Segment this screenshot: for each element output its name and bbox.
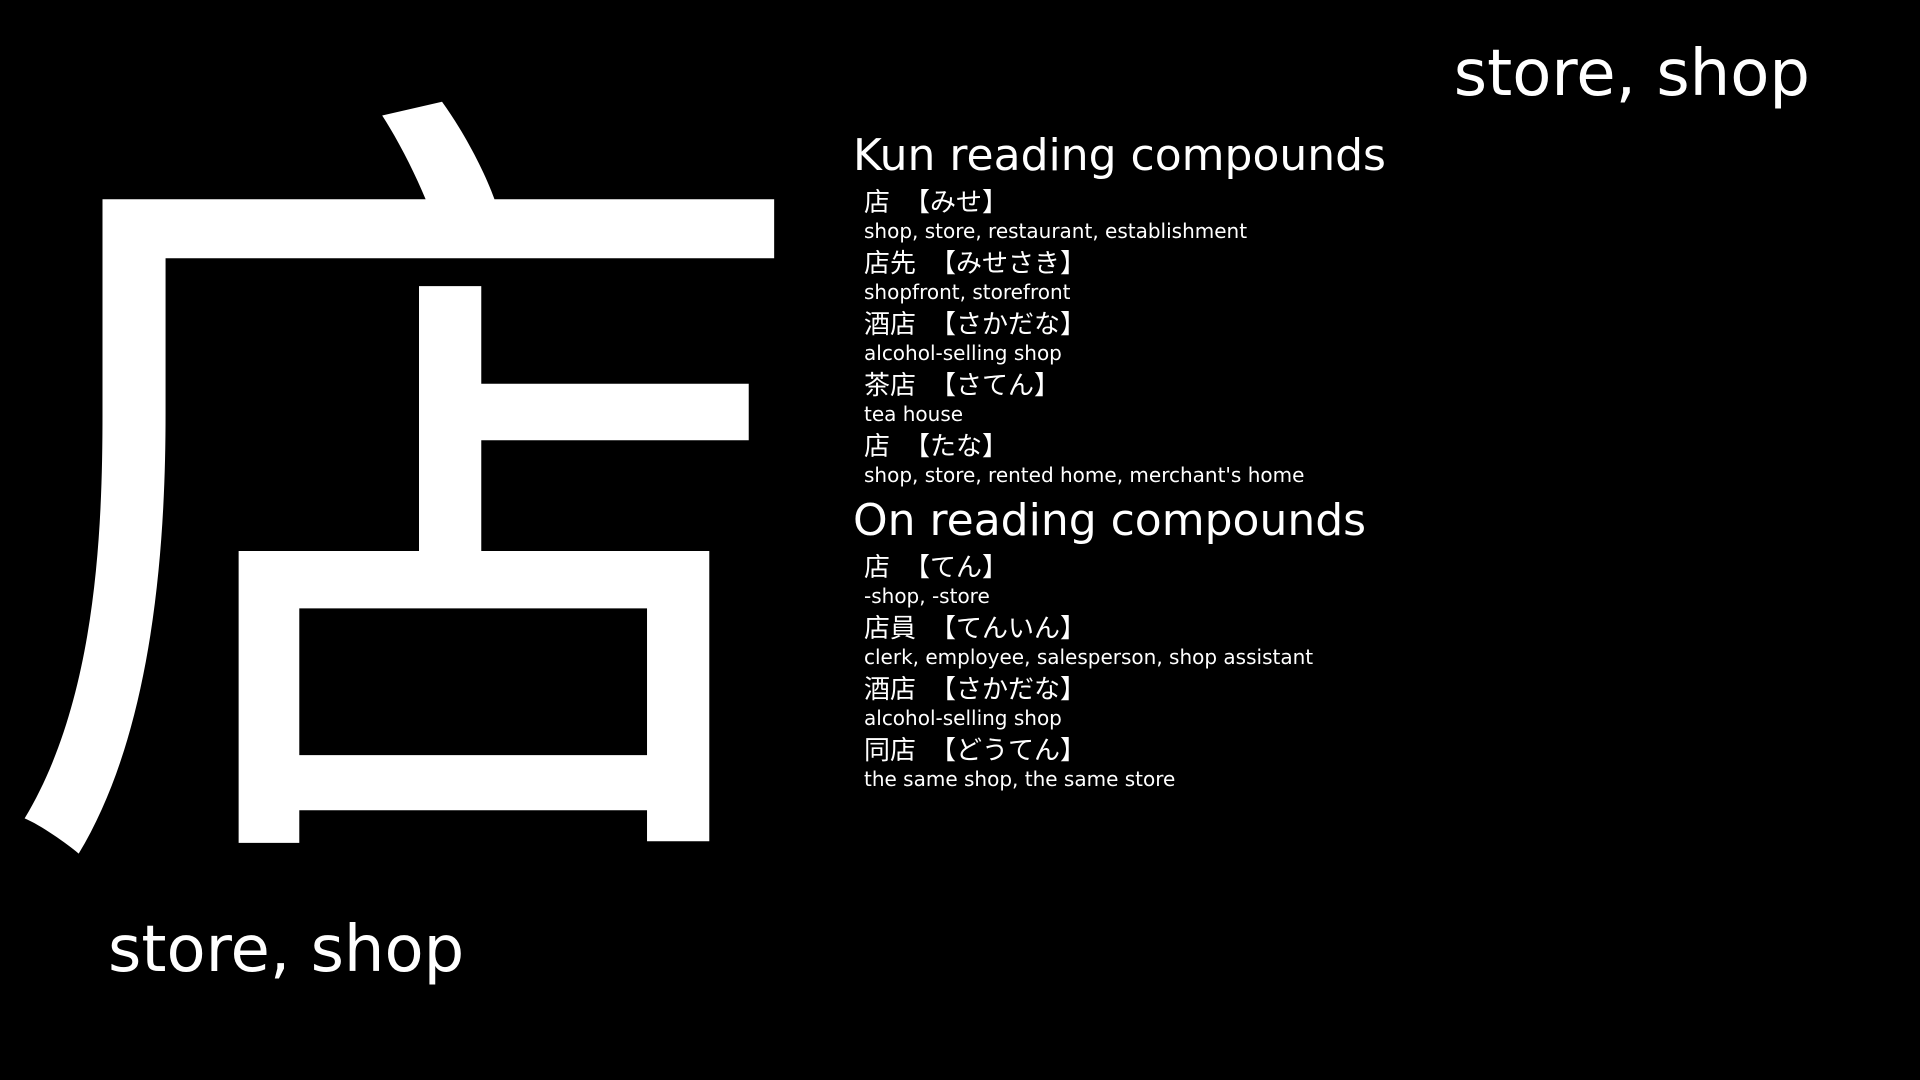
kun-entry-word: 茶店	[864, 371, 917, 401]
kun-entry: 店【みせ】 shop, store, restaurant, establish…	[864, 186, 1853, 247]
kun-entry-word: 店	[864, 188, 891, 218]
on-entry-word: 同店	[864, 736, 917, 766]
on-entry-reading: 【てん】	[904, 553, 1009, 583]
kun-entry-gloss: shop, store, restaurant, establishment	[864, 219, 1248, 243]
kun-entry-reading: 【さかだな】	[930, 310, 1087, 340]
kun-entry-reading: 【みせ】	[904, 188, 1009, 218]
kun-section-heading: Kun reading compounds	[853, 130, 1386, 181]
on-entry-gloss: -shop, -store	[864, 584, 990, 608]
on-entry-reading: 【てんいん】	[930, 614, 1087, 644]
on-entry-word-line: 酒店 【さかだな】	[864, 673, 1853, 707]
kun-entry: 酒店 【さかだな】 alcohol-selling shop	[864, 308, 1853, 369]
on-entry: 酒店 【さかだな】 alcohol-selling shop	[864, 673, 1853, 734]
meaning-bottom: store, shop	[108, 913, 465, 987]
on-entry-word: 酒店	[864, 675, 917, 705]
kun-entry-word-line: 酒店 【さかだな】	[864, 308, 1853, 342]
on-entry-word: 店	[864, 553, 891, 583]
on-entry-word-line: 店員 【てんいん】	[864, 612, 1853, 646]
meaning-top: store, shop	[1453, 37, 1810, 111]
on-section-heading: On reading compounds	[853, 495, 1367, 546]
on-entry-gloss: alcohol-selling shop	[864, 706, 1062, 730]
on-entry-reading: 【さかだな】	[930, 675, 1087, 705]
kun-entry-word: 店先	[864, 249, 917, 279]
on-entry-gloss: the same shop, the same store	[864, 767, 1176, 791]
kun-section: Kun reading compounds 店【みせ】 shop, store,…	[853, 126, 1853, 491]
on-entry-gloss: clerk, employee, salesperson, shop assis…	[864, 645, 1314, 669]
kun-entry-gloss: alcohol-selling shop	[864, 341, 1062, 365]
kun-entry-word-line: 店【みせ】	[864, 186, 1853, 220]
kun-entry-word: 店	[864, 432, 891, 462]
kun-entry: 店先 【みせさき】 shopfront, storefront	[864, 247, 1853, 308]
on-entry-word-line: 同店 【どうてん】	[864, 734, 1853, 768]
kun-entry-reading: 【みせさき】	[930, 249, 1087, 279]
kun-entry-word: 酒店	[864, 310, 917, 340]
kun-entry-reading: 【たな】	[904, 432, 1009, 462]
kanji-character: 店	[0, 28, 820, 982]
on-entry-word-line: 店【てん】	[864, 551, 1853, 585]
on-entry: 店【てん】 -shop, -store	[864, 551, 1853, 612]
kun-entry-word-line: 店【たな】	[864, 430, 1853, 464]
kun-entry-gloss: shopfront, storefront	[864, 280, 1071, 304]
kun-entry-gloss: tea house	[864, 402, 964, 426]
on-entry: 店員 【てんいん】 clerk, employee, salesperson, s…	[864, 612, 1853, 673]
on-section: On reading compounds 店【てん】 -shop, -store…	[853, 491, 1853, 795]
on-entry-reading: 【どうてん】	[930, 736, 1087, 766]
kun-entry-reading: 【さてん】	[930, 371, 1061, 401]
kun-entry-word-line: 茶店 【さてん】	[864, 369, 1853, 403]
on-entry-word: 店員	[864, 614, 917, 644]
compounds-panel: Kun reading compounds 店【みせ】 shop, store,…	[853, 126, 1853, 795]
kun-entry: 茶店 【さてん】 tea house	[864, 369, 1853, 430]
on-entry: 同店 【どうてん】 the same shop, the same store	[864, 734, 1853, 795]
kun-entry-word-line: 店先 【みせさき】	[864, 247, 1853, 281]
kun-entry-gloss: shop, store, rented home, merchant's hom…	[864, 463, 1305, 487]
kun-entry: 店【たな】 shop, store, rented home, merchant…	[864, 430, 1853, 491]
